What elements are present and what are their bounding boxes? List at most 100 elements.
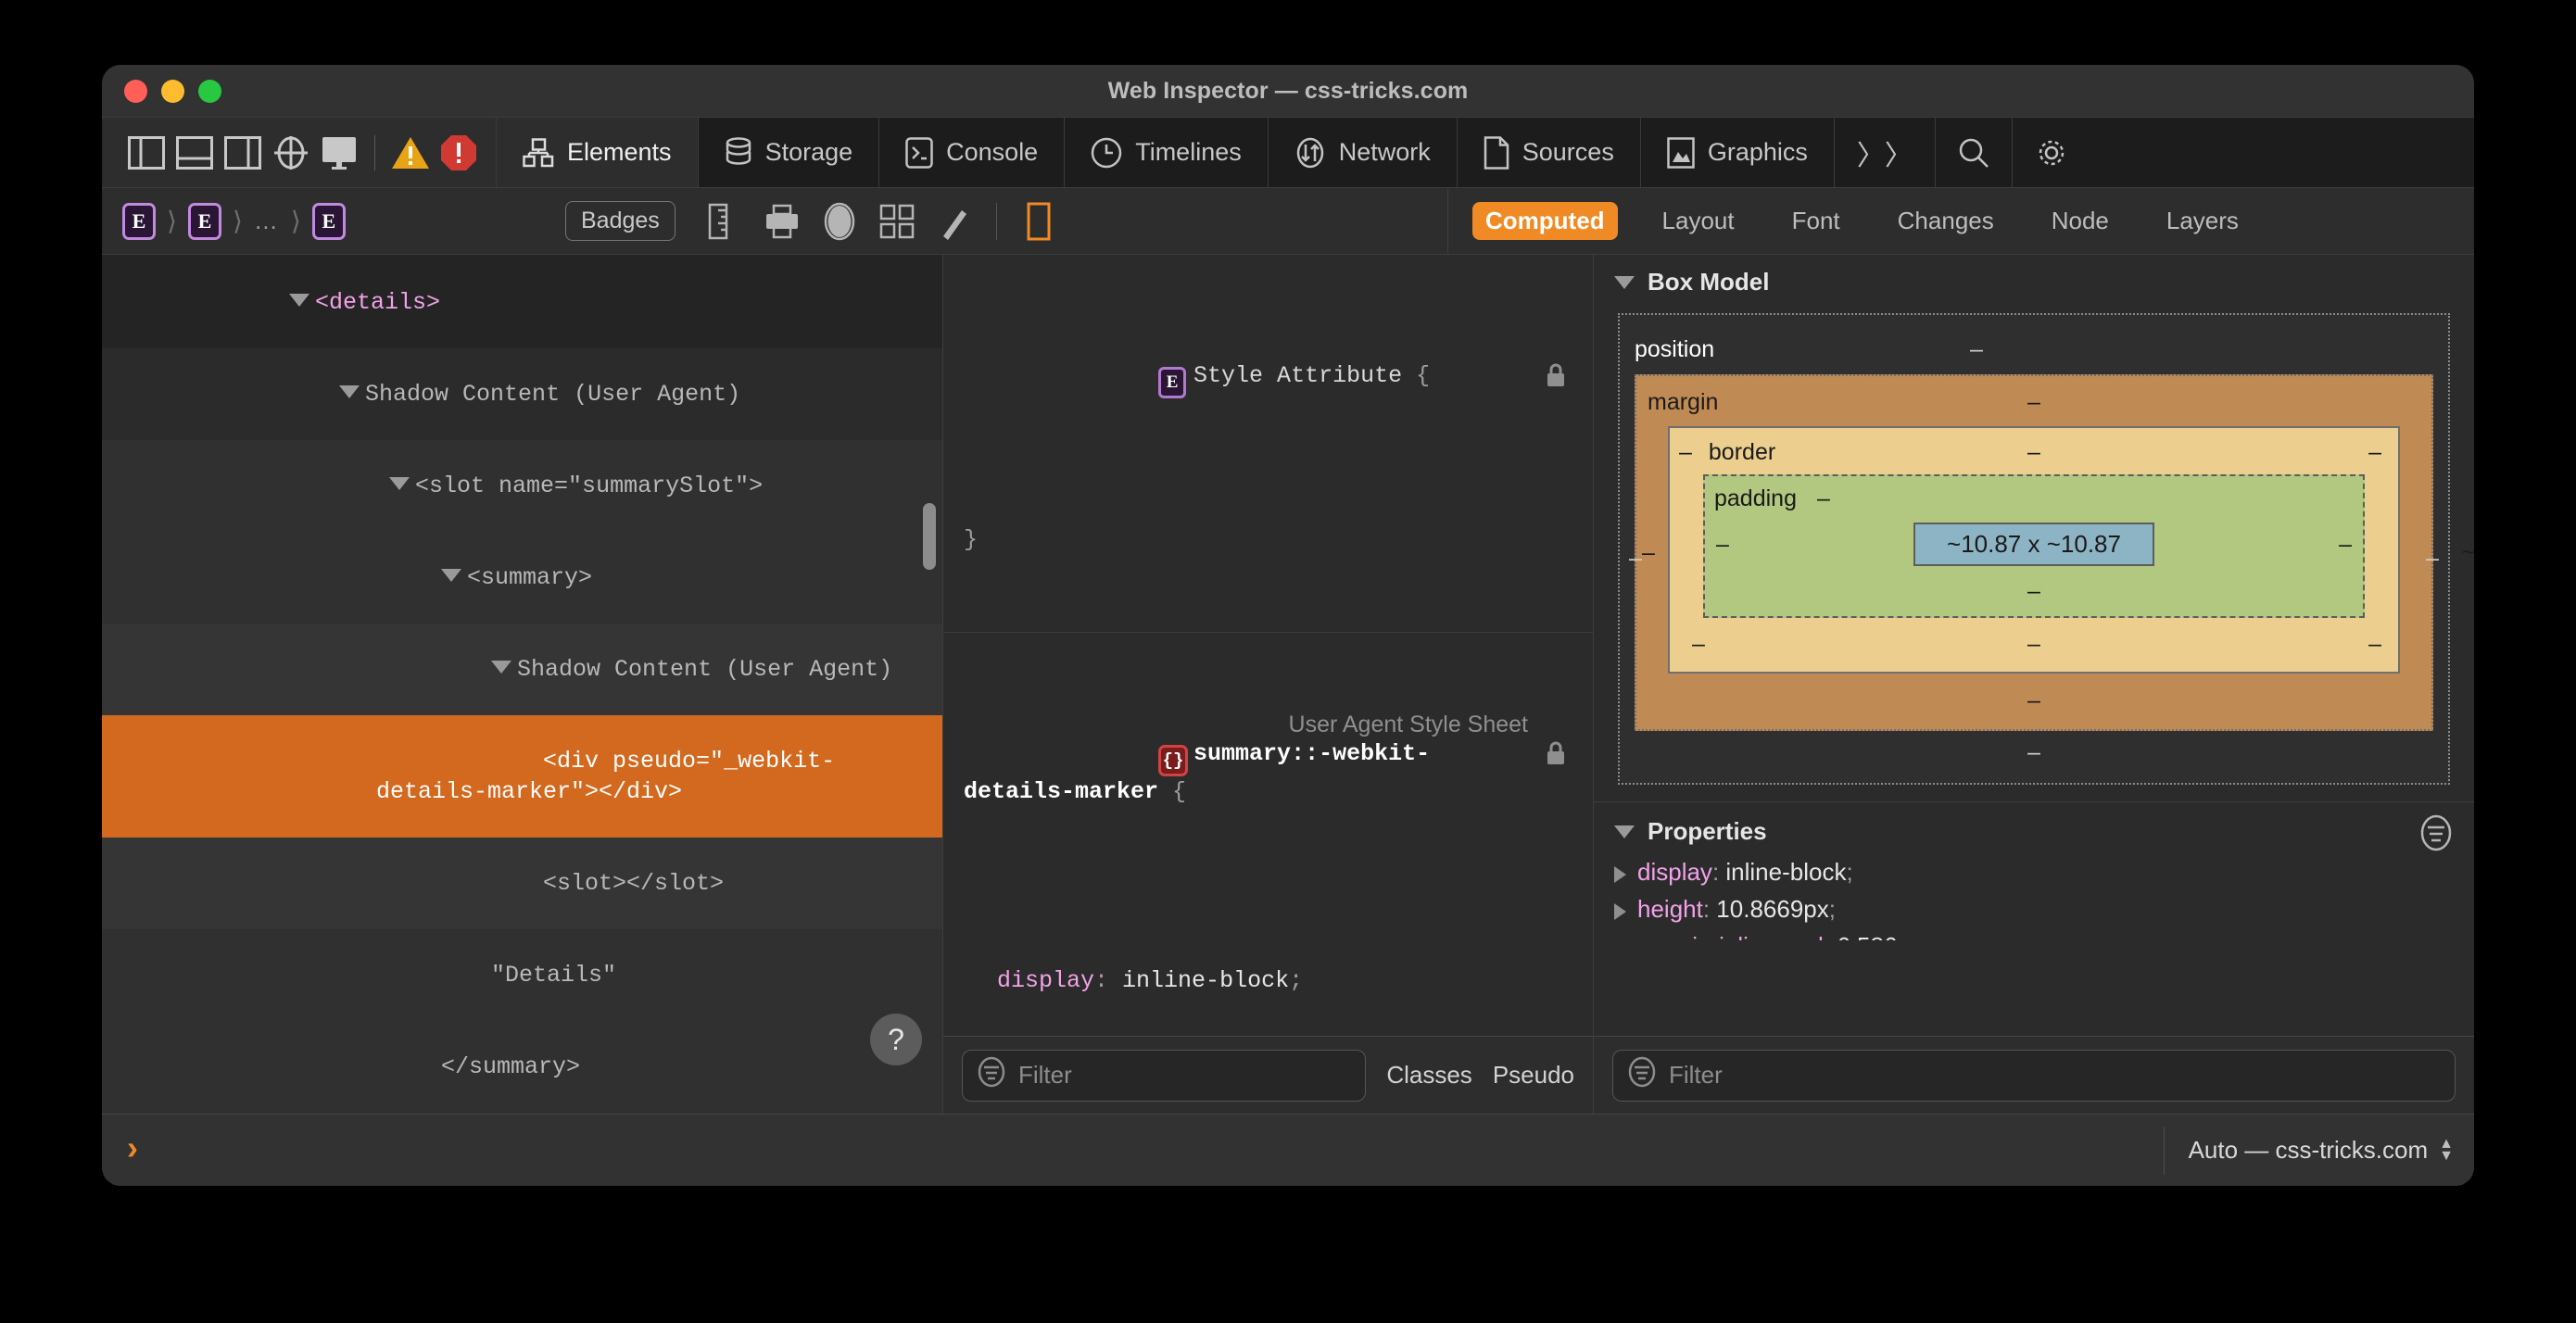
- disclosure-triangle-icon[interactable]: [1614, 866, 1626, 883]
- disclosure-triangle-icon[interactable]: [1614, 903, 1626, 920]
- box-model-content-box[interactable]: ~10.87 x ~10.87: [1913, 523, 2154, 566]
- tab-storage[interactable]: Storage: [698, 118, 880, 187]
- dom-node-details-text[interactable]: "Details": [102, 929, 942, 1021]
- tab-changes[interactable]: Changes: [1885, 202, 2007, 240]
- print-media-icon[interactable]: [753, 188, 811, 255]
- disclosure-triangle-icon[interactable]: [389, 477, 410, 491]
- disclosure-triangle-icon[interactable]: [441, 569, 462, 583]
- breadcrumb-item-1[interactable]: E: [187, 202, 221, 240]
- dom-tree-scroll: <details> Shadow Content (User Agent) <s…: [102, 255, 942, 1114]
- style-rule-details-marker[interactable]: {} summary::-webkit-details-marker { User…: [943, 633, 1593, 1036]
- toolbar-overflow-button[interactable]: 〉〉: [1834, 118, 1936, 187]
- disclosure-triangle-icon[interactable]: [1614, 275, 1635, 289]
- box-model-padding-left-value[interactable]: –: [1716, 531, 1729, 558]
- computed-property-row[interactable]: height: 10.8669px;: [1594, 890, 2474, 927]
- dom-node-summary-open[interactable]: <summary>: [102, 532, 942, 624]
- box-model-margin-left-value[interactable]: –: [1642, 539, 1655, 566]
- toolbar-search-button[interactable]: [1935, 118, 2013, 187]
- minimize-window-button[interactable]: [161, 79, 184, 103]
- box-model-margin-right-value[interactable]: ~6.59: [2462, 539, 2474, 566]
- box-model-padding-top-value[interactable]: –: [1817, 485, 1830, 512]
- dom-node-details-open[interactable]: <details>: [102, 257, 942, 348]
- help-button[interactable]: ?: [870, 1014, 922, 1065]
- disclosure-triangle-icon[interactable]: [491, 661, 512, 674]
- color-contrast-icon[interactable]: [811, 188, 868, 255]
- box-model-border-top-value[interactable]: –: [2027, 439, 2040, 466]
- dom-tree-panel[interactable]: <details> Shadow Content (User Agent) <s…: [102, 255, 943, 1114]
- tab-sources[interactable]: Sources: [1457, 118, 1641, 187]
- box-model-position-right-value[interactable]: –: [2426, 545, 2439, 572]
- box-model-border-left-value2[interactable]: –: [1692, 631, 1705, 658]
- box-model-padding-right-value[interactable]: –: [2339, 531, 2352, 558]
- tab-timelines[interactable]: Timelines: [1065, 118, 1269, 187]
- computed-property-row[interactable]: display: inline-block;: [1594, 853, 2474, 890]
- list-menu-icon[interactable]: [2418, 813, 2454, 857]
- disclosure-triangle-icon[interactable]: [339, 385, 360, 399]
- declaration-value[interactable]: inline-block: [1122, 967, 1289, 994]
- box-model-position-bottom-value[interactable]: –: [1635, 737, 2433, 768]
- box-model-section-header[interactable]: Box Model: [1594, 255, 2474, 304]
- computed-property-value: 6.586px: [1837, 932, 1923, 940]
- zoom-window-button[interactable]: [198, 79, 221, 103]
- box-model-border-bottom-value[interactable]: –: [2027, 631, 2040, 658]
- dock-bottom-icon[interactable]: [170, 118, 219, 188]
- close-window-button[interactable]: [124, 79, 147, 103]
- dom-tree-scrollbar[interactable]: [923, 503, 936, 570]
- style-rules-list[interactable]: E Style Attribute { } {} summary::-webkit-…: [943, 255, 1593, 1036]
- tab-network[interactable]: Network: [1268, 118, 1458, 187]
- box-model-position-top-value[interactable]: –: [1970, 336, 1983, 363]
- box-model-diagram[interactable]: position – margin – – border – – padding…: [1618, 313, 2474, 785]
- stepper-updown-icon[interactable]: ▲ ▼: [2439, 1137, 2454, 1164]
- breadcrumb-item-3[interactable]: E: [311, 202, 346, 240]
- breadcrumb-ellipsis[interactable]: …: [254, 208, 280, 233]
- style-rule-style-attribute[interactable]: E Style Attribute { }: [943, 255, 1593, 633]
- style-declaration[interactable]: display: inline-block;: [964, 965, 1572, 997]
- dom-node-shadow-content-1[interactable]: Shadow Content (User Agent): [102, 348, 942, 440]
- box-model-border-right-value[interactable]: –: [2368, 439, 2381, 466]
- box-model-margin-top-value[interactable]: –: [2027, 389, 2040, 416]
- tab-computed[interactable]: Computed: [1472, 202, 1618, 240]
- search-icon: [1958, 137, 1989, 169]
- toolbar-settings-button[interactable]: [2012, 118, 2090, 187]
- disclosure-triangle-icon[interactable]: [1614, 825, 1635, 838]
- dom-node-details-marker-selected[interactable]: <div pseudo="_webkit-details-marker"></d…: [102, 715, 942, 838]
- pseudo-button[interactable]: Pseudo: [1493, 1061, 1574, 1090]
- computed-filter-input[interactable]: Filter: [1612, 1049, 2456, 1102]
- tab-node[interactable]: Node: [2039, 202, 2122, 240]
- badges-button[interactable]: Badges: [565, 201, 676, 241]
- inspect-element-icon[interactable]: [267, 118, 315, 188]
- dock-left-icon[interactable]: [122, 118, 170, 188]
- console-prompt-button[interactable]: ›: [122, 1131, 143, 1169]
- style-filter-input[interactable]: Filter: [962, 1049, 1367, 1102]
- dom-node-summary-close[interactable]: </summary>: [102, 1021, 942, 1113]
- dock-right-icon[interactable]: [219, 118, 267, 188]
- box-model-padding-bottom-value[interactable]: –: [1714, 575, 2354, 607]
- dom-node-slot-summaryslot[interactable]: <slot name="summarySlot">: [102, 440, 942, 532]
- tab-layers[interactable]: Layers: [2153, 202, 2252, 240]
- ruler-layout-icon[interactable]: [696, 188, 753, 255]
- error-octagon-icon[interactable]: [435, 118, 483, 188]
- breadcrumb-item-0[interactable]: E: [122, 202, 156, 240]
- tab-font[interactable]: Font: [1779, 202, 1853, 240]
- execution-context-picker[interactable]: Auto — css-tricks.com ▲ ▼: [2163, 1126, 2454, 1175]
- paintbrush-icon[interactable]: [926, 188, 983, 255]
- warning-triangle-icon[interactable]: [386, 118, 435, 188]
- properties-section-header[interactable]: Properties: [1594, 801, 2474, 853]
- classes-button[interactable]: Classes: [1386, 1061, 1471, 1090]
- dom-node-shadow-content-2[interactable]: Shadow Content (User Agent): [102, 624, 942, 715]
- tab-console[interactable]: Console: [879, 118, 1066, 187]
- dom-node-slot[interactable]: <slot></slot>: [102, 838, 942, 929]
- force-print-icon[interactable]: [1010, 188, 1067, 255]
- box-model-border-right-value2[interactable]: –: [2368, 631, 2381, 658]
- box-model-position-left-value[interactable]: –: [1629, 545, 1642, 572]
- box-model-margin-bottom-value[interactable]: –: [1648, 685, 2420, 716]
- computed-property-row[interactable]: margin-inline-end: 6.586px;: [1594, 927, 2474, 940]
- disclosure-triangle-icon[interactable]: [289, 294, 310, 308]
- dom-node-slot-close[interactable]: </slot>: [102, 1113, 942, 1114]
- grid-overlay-icon[interactable]: [868, 188, 926, 255]
- tab-graphics[interactable]: Graphics: [1640, 118, 1835, 187]
- tab-layout[interactable]: Layout: [1649, 202, 1748, 240]
- box-model-border-left-value[interactable]: –: [1679, 439, 1692, 466]
- device-icon[interactable]: [315, 118, 363, 188]
- tab-elements[interactable]: Elements: [496, 118, 699, 187]
